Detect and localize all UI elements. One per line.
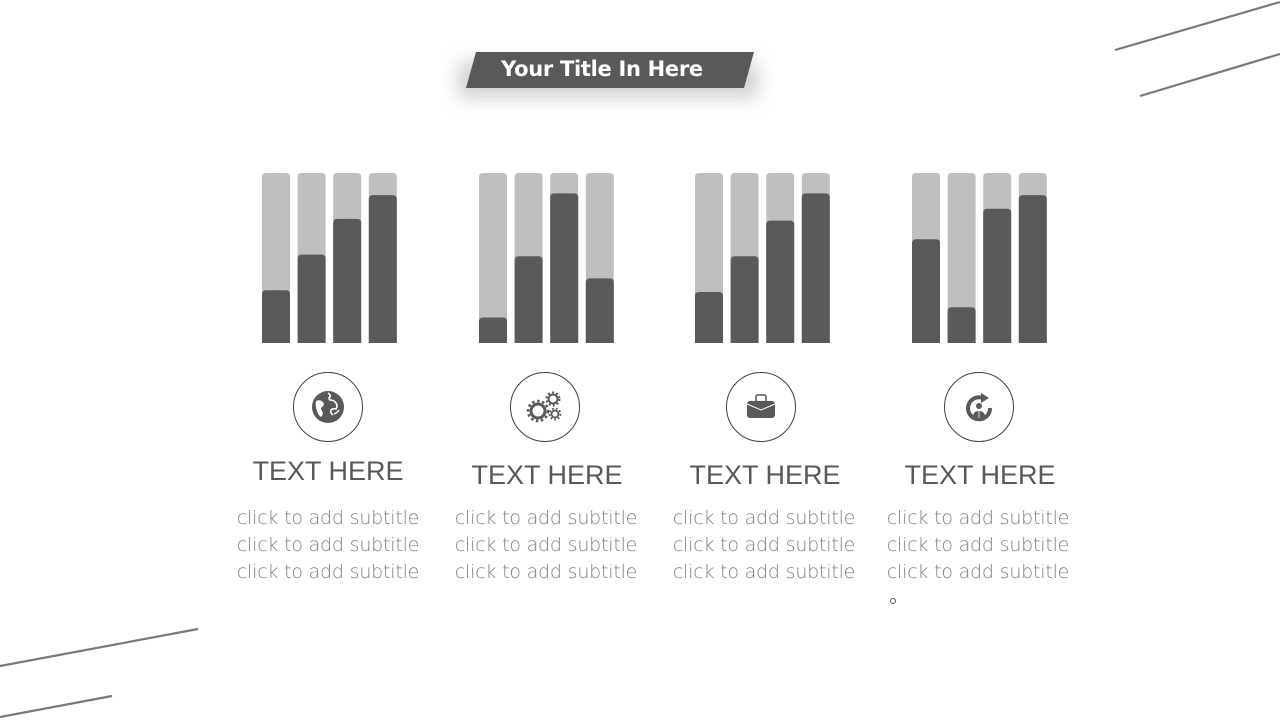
briefcase-icon	[746, 394, 776, 418]
subtitle-line: click to add subtitle	[886, 534, 1070, 556]
icon-circle-2	[510, 372, 580, 442]
icon-circle-1	[293, 372, 363, 442]
icon-circle-3	[726, 372, 796, 442]
subtitle-line: click to add subtitle	[886, 507, 1070, 529]
subtitle-line: click to add subtitle	[454, 561, 638, 583]
bar-value-3	[766, 220, 795, 343]
bar-chart-1	[262, 173, 397, 343]
decorative-lines	[0, 0, 1280, 719]
subtitle-line: click to add subtitle	[236, 561, 420, 583]
bar-value-1	[479, 317, 507, 343]
group-heading-2[interactable]: TEXT HERE	[437, 460, 657, 491]
title-banner: Your Title In Here	[458, 52, 758, 98]
subtitle-line: click to add subtitle	[454, 507, 638, 529]
bar-value-4	[1018, 195, 1047, 343]
subtitle-line: click to add subtitle	[236, 507, 420, 529]
bar-value-2	[947, 307, 976, 343]
globe-icon	[312, 391, 344, 423]
bar-value-1	[912, 239, 940, 343]
subtitle-block-3[interactable]: click to add subtitle click to add subti…	[654, 505, 874, 586]
subtitle-line: click to add subtitle	[672, 507, 856, 529]
decor-line-top-1	[1114, 0, 1280, 52]
bar-chart-2	[479, 173, 614, 343]
bar-chart-3	[695, 173, 830, 343]
bar-chart-4	[912, 173, 1047, 343]
bar-value-3	[983, 208, 1012, 343]
group-heading-3[interactable]: TEXT HERE	[655, 460, 875, 491]
bar-value-4	[801, 193, 830, 343]
decor-line-top-2	[1139, 52, 1280, 98]
subtitle-block-4[interactable]: click to add subtitle click to add subti…	[868, 505, 1088, 586]
subtitle-line: click to add subtitle	[672, 534, 856, 556]
trailing-mark	[890, 598, 896, 604]
page-title[interactable]: Your Title In Here	[466, 52, 738, 88]
group-heading-1[interactable]: TEXT HERE	[218, 456, 438, 487]
gears-icon	[526, 391, 562, 423]
subtitle-line: click to add subtitle	[454, 534, 638, 556]
person-refresh-icon	[966, 393, 993, 422]
decor-line-bottom-1	[0, 627, 199, 668]
bar-value-4	[368, 195, 397, 343]
icon-circle-4	[944, 372, 1014, 442]
bar-value-2	[514, 256, 543, 343]
subtitle-block-2[interactable]: click to add subtitle click to add subti…	[436, 505, 656, 586]
bar-value-1	[695, 292, 723, 343]
bar-value-4	[585, 278, 614, 343]
bar-value-2	[730, 256, 759, 343]
group-heading-4[interactable]: TEXT HERE	[870, 460, 1090, 491]
bar-value-3	[550, 193, 579, 343]
bar-value-1	[262, 290, 290, 343]
subtitle-line: click to add subtitle	[886, 561, 1070, 583]
subtitle-block-1[interactable]: click to add subtitle click to add subti…	[218, 505, 438, 586]
bar-value-3	[333, 218, 362, 343]
subtitle-line: click to add subtitle	[236, 534, 420, 556]
decor-line-bottom-2	[0, 694, 113, 719]
subtitle-line: click to add subtitle	[672, 561, 856, 583]
bar-value-2	[297, 254, 326, 343]
